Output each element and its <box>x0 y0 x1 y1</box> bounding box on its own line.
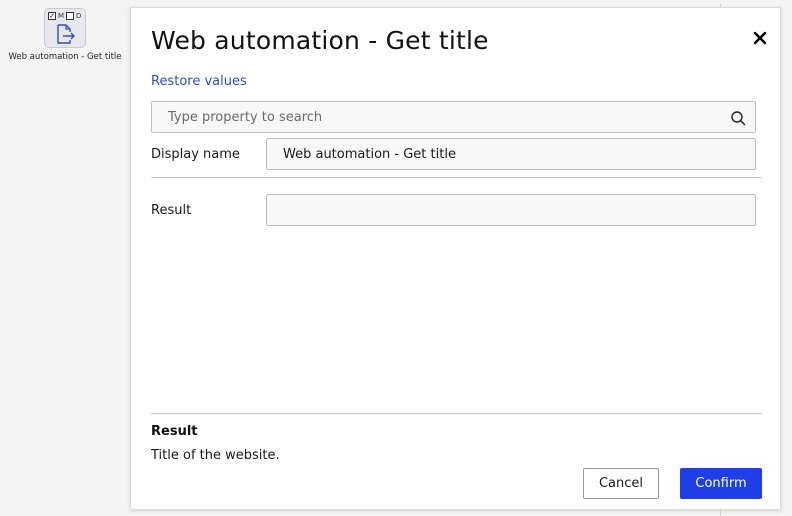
confirm-button[interactable]: Confirm <box>680 468 762 499</box>
cancel-button[interactable]: Cancel <box>583 468 659 499</box>
node-box[interactable]: M D <box>44 8 86 48</box>
result-input[interactable] <box>266 194 756 226</box>
flag-d-checkbox[interactable] <box>66 12 75 20</box>
search-icon[interactable] <box>730 110 746 126</box>
properties-dialog: Web automation - Get title Restore value… <box>130 7 781 510</box>
info-title: Result <box>151 424 198 439</box>
restore-values-link[interactable]: Restore values <box>151 74 247 89</box>
close-icon[interactable] <box>751 29 769 47</box>
section-divider <box>151 177 762 178</box>
flag-d-label: D <box>76 12 82 20</box>
display-name-label: Display name <box>151 147 240 162</box>
flag-m-checkbox[interactable] <box>48 12 56 20</box>
node-flags: M D <box>48 11 81 21</box>
flag-m-label: M <box>58 12 65 20</box>
info-description: Title of the website. <box>151 448 280 463</box>
document-export-icon <box>57 24 75 44</box>
search-box <box>151 101 756 133</box>
search-input[interactable] <box>152 102 755 132</box>
result-label: Result <box>151 203 192 218</box>
node-label: Web automation - Get title <box>8 52 122 62</box>
info-divider <box>151 413 762 414</box>
workflow-node[interactable]: M D Web automation - Get title <box>0 0 130 70</box>
display-name-input[interactable] <box>266 138 756 170</box>
dialog-title: Web automation - Get title <box>151 26 489 55</box>
